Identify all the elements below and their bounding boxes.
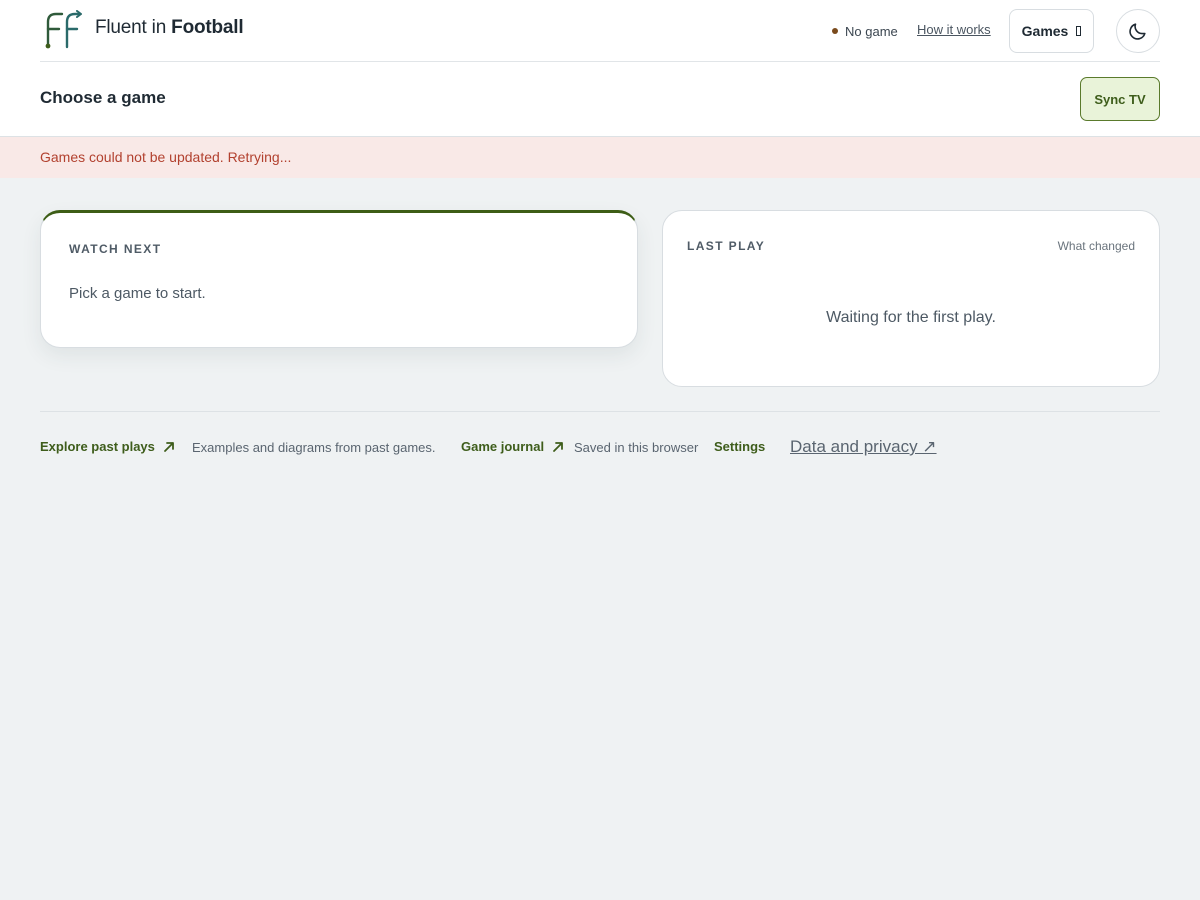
- watch-next-card: WATCH NEXT Pick a game to start.: [40, 210, 638, 348]
- data-and-privacy-link[interactable]: Data and privacy ↗: [790, 437, 937, 457]
- settings-link[interactable]: Settings: [714, 439, 765, 454]
- top-bar: Fluent in Football No game How it works …: [40, 0, 1160, 62]
- error-banner: Games could not be updated. Retrying...: [0, 137, 1200, 178]
- last-play-label: LAST PLAY: [687, 239, 766, 253]
- sync-tv-button[interactable]: Sync TV: [1080, 77, 1160, 121]
- status-label: No game: [845, 23, 898, 39]
- what-changed-link[interactable]: What changed: [1058, 239, 1135, 253]
- theme-toggle-button[interactable]: [1116, 9, 1160, 53]
- explore-past-plays-description: Examples and diagrams from past games.: [192, 440, 436, 455]
- divider: [40, 411, 1160, 412]
- watch-next-body: Pick a game to start.: [69, 285, 206, 302]
- brand-name-light: Fluent in: [95, 17, 167, 38]
- games-button-label: Games: [1021, 23, 1069, 39]
- arrow-up-right-icon: [553, 441, 563, 452]
- error-message: Games could not be updated. Retrying...: [40, 149, 292, 165]
- how-it-works-link[interactable]: How it works: [917, 22, 991, 37]
- app-header: Fluent in Football No game How it works …: [0, 0, 1200, 137]
- game-journal-description: Saved in this browser: [574, 440, 699, 455]
- game-journal-label: Game journal: [461, 439, 545, 454]
- arrow-up-right-icon: [163, 441, 174, 452]
- last-play-card: LAST PLAY What changed Waiting for the f…: [662, 210, 1160, 387]
- brand-name-bold: Football: [171, 17, 244, 38]
- page-title: Choose a game: [40, 88, 166, 107]
- explore-past-plays-link[interactable]: Explore past plays: [40, 439, 175, 454]
- ff-logo-icon[interactable]: [42, 10, 84, 50]
- games-button[interactable]: Games: [1009, 9, 1094, 53]
- settings-label: Settings: [714, 439, 766, 454]
- watch-next-label: WATCH NEXT: [69, 242, 162, 256]
- moon-icon: [1129, 23, 1146, 40]
- explore-past-plays-label: Explore past plays: [40, 439, 155, 454]
- game-status: No game: [832, 22, 898, 40]
- games-menu-icon: [1076, 26, 1082, 36]
- brand-name[interactable]: Fluent in Football: [95, 17, 244, 39]
- last-play-empty-message: Waiting for the first play.: [826, 309, 996, 326]
- game-journal-link[interactable]: Game journal: [461, 439, 564, 454]
- status-dot-icon: [832, 28, 838, 34]
